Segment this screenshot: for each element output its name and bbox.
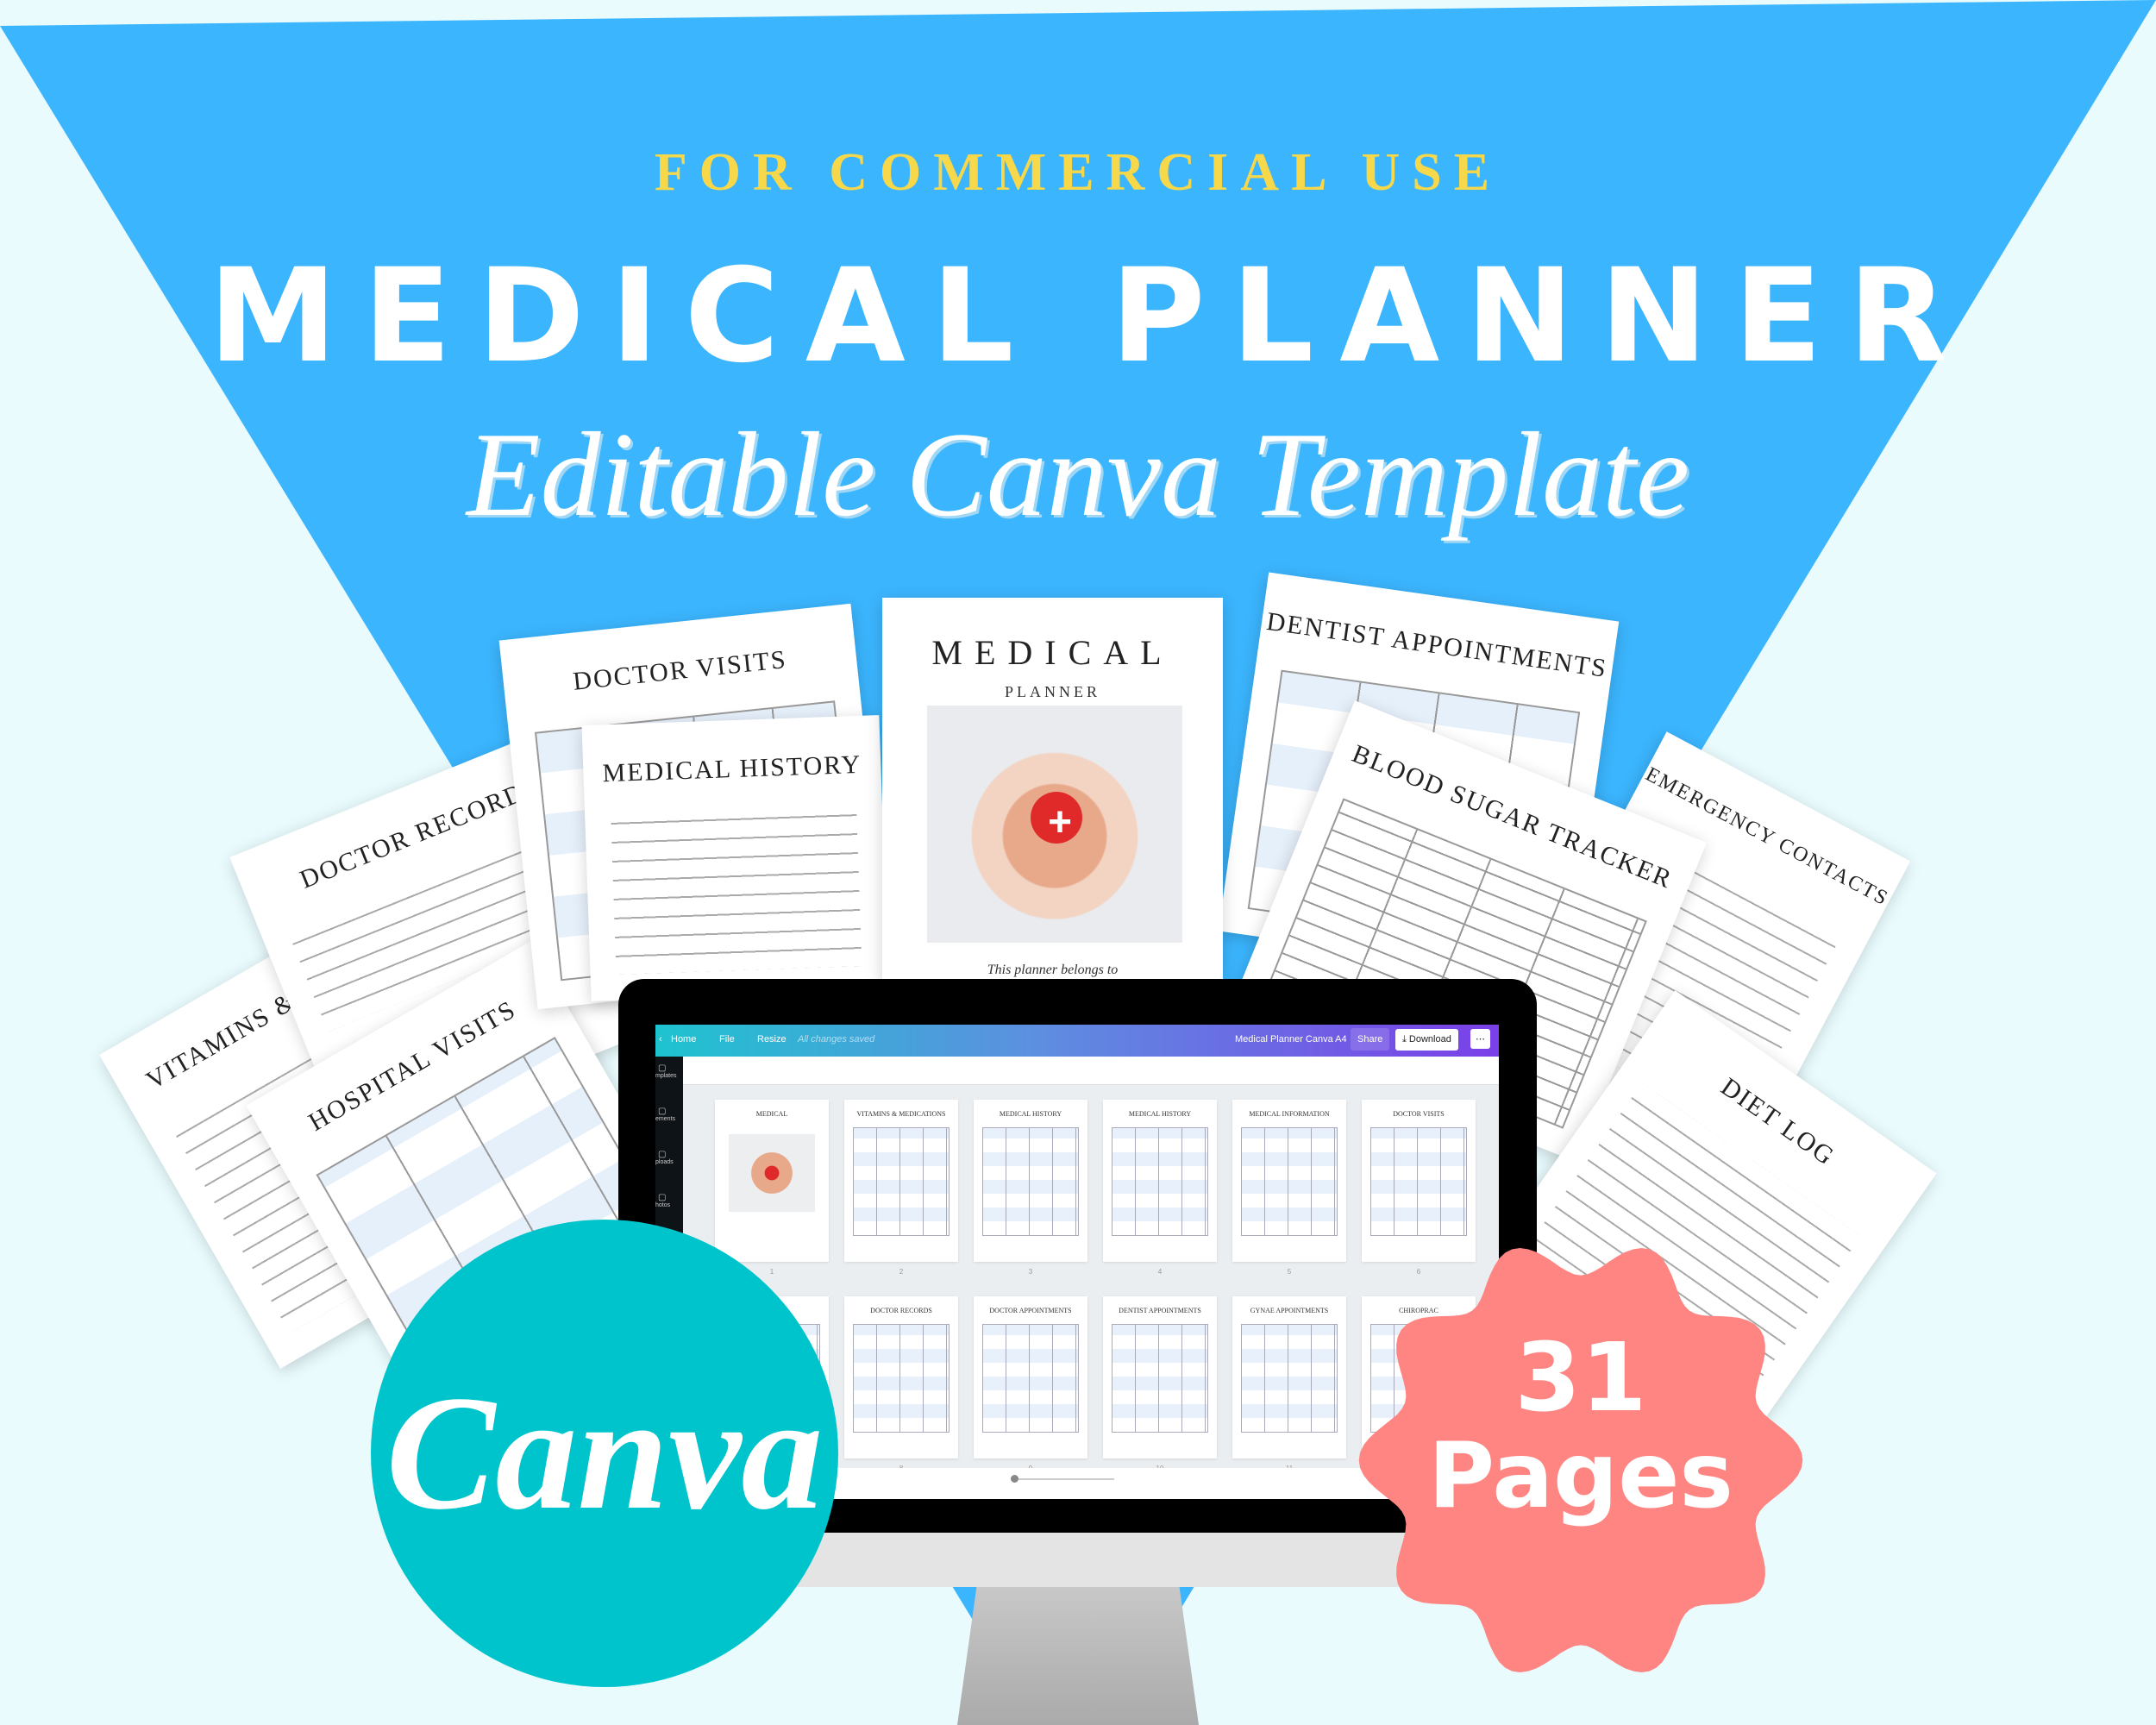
download-button[interactable]: ⤓ Download [1395, 1029, 1458, 1051]
page-thumbnail[interactable]: MEDICAL [715, 1100, 829, 1262]
medical-cross-icon: + [1048, 800, 1073, 845]
thumbnail-title: DOCTOR RECORDS [870, 1307, 932, 1314]
thumbnail-title: DENTIST APPOINTMENTS [1119, 1307, 1201, 1314]
page-number: 3 [1028, 1268, 1033, 1276]
thumbnail-title: GYNAE APPOINTMENTS [1250, 1307, 1329, 1314]
page-number: 4 [1157, 1268, 1163, 1276]
main-title: MEDICAL PLANNER [208, 242, 1974, 392]
cover-photo [729, 1134, 815, 1212]
thumbnail-title: VITAMINS & MEDICATIONS [856, 1110, 946, 1118]
file-menu[interactable]: File [719, 1034, 735, 1044]
monitor-stand [957, 1587, 1199, 1725]
sidebar-item[interactable]: ▢ hotos [655, 1193, 683, 1208]
canva-logo: Canva [371, 1220, 838, 1687]
thumbnail-title: DOCTOR APPOINTMENTS [989, 1307, 1072, 1314]
download-icon: ⤓ [1402, 1034, 1409, 1044]
page-thumbnail[interactable]: DOCTOR APPOINTMENTS [974, 1296, 1087, 1458]
page-thumbnail[interactable]: DOCTOR RECORDS [844, 1296, 958, 1458]
page-thumbnail[interactable]: MEDICAL HISTORY [974, 1100, 1087, 1262]
more-options-button[interactable]: ⋯ [1470, 1029, 1490, 1049]
sidebar-icon: ▢ [658, 1150, 667, 1159]
thumbnail-title: MEDICAL HISTORY [1128, 1110, 1192, 1118]
page-thumbnail[interactable]: MEDICAL HISTORY [1103, 1100, 1217, 1262]
sidebar-item[interactable]: ▢ ements [655, 1107, 683, 1122]
resize-button[interactable]: Resize [757, 1034, 787, 1044]
share-button[interactable]: Share [1351, 1028, 1390, 1051]
page-number: 5 [1287, 1268, 1292, 1276]
page-thumbnail[interactable]: GYNAE APPOINTMENTS [1232, 1296, 1346, 1458]
editor-top-bar: ‹ Home File Resize All changes saved Med… [655, 1025, 1499, 1057]
page-medical-history: MEDICAL HISTORY [581, 715, 889, 1001]
kicker-text: FOR COMMERCIAL USE [654, 143, 1502, 202]
save-status: All changes saved [798, 1034, 875, 1044]
page-thumbnail[interactable]: VITAMINS & MEDICATIONS [844, 1100, 958, 1262]
page-count: 31 [1514, 1322, 1647, 1433]
hands-heart-photo: + [927, 706, 1182, 943]
sidebar-icon: ▢ [658, 1107, 667, 1116]
home-button[interactable]: Home [671, 1034, 696, 1044]
sidebar-item[interactable]: ▢ ploads [655, 1150, 683, 1165]
page-thumbnail[interactable]: DENTIST APPOINTMENTS [1103, 1296, 1217, 1458]
badge-text: 31 Pages [1350, 1322, 1812, 1528]
zoom-slider-handle[interactable] [1011, 1475, 1018, 1483]
document-title[interactable]: Medical Planner Canva A4 [1235, 1034, 1347, 1044]
editor-toolbar [683, 1057, 1499, 1085]
thumbnail-title: MEDICAL HISTORY [999, 1110, 1062, 1118]
back-chevron-icon[interactable]: ‹ [659, 1034, 662, 1044]
subtitle: Editable Canva Template [466, 408, 1690, 542]
zoom-slider[interactable] [1011, 1475, 1114, 1483]
page-label: Pages [1428, 1422, 1733, 1528]
page-number: 2 [899, 1268, 904, 1276]
thumbnail-title: MEDICAL INFORMATION [1249, 1110, 1330, 1118]
sidebar-icon: ▢ [658, 1063, 667, 1073]
page-thumbnail[interactable]: MEDICAL INFORMATION [1232, 1100, 1346, 1262]
thumbnail-title: DOCTOR VISITS [1393, 1110, 1445, 1118]
sidebar-item[interactable]: ▢ mplates [655, 1063, 683, 1079]
page-cover: MEDICAL PLANNER + This planner belongs t… [882, 598, 1223, 983]
thumbnail-title: MEDICAL [755, 1110, 788, 1118]
sidebar-icon: ▢ [658, 1193, 667, 1202]
